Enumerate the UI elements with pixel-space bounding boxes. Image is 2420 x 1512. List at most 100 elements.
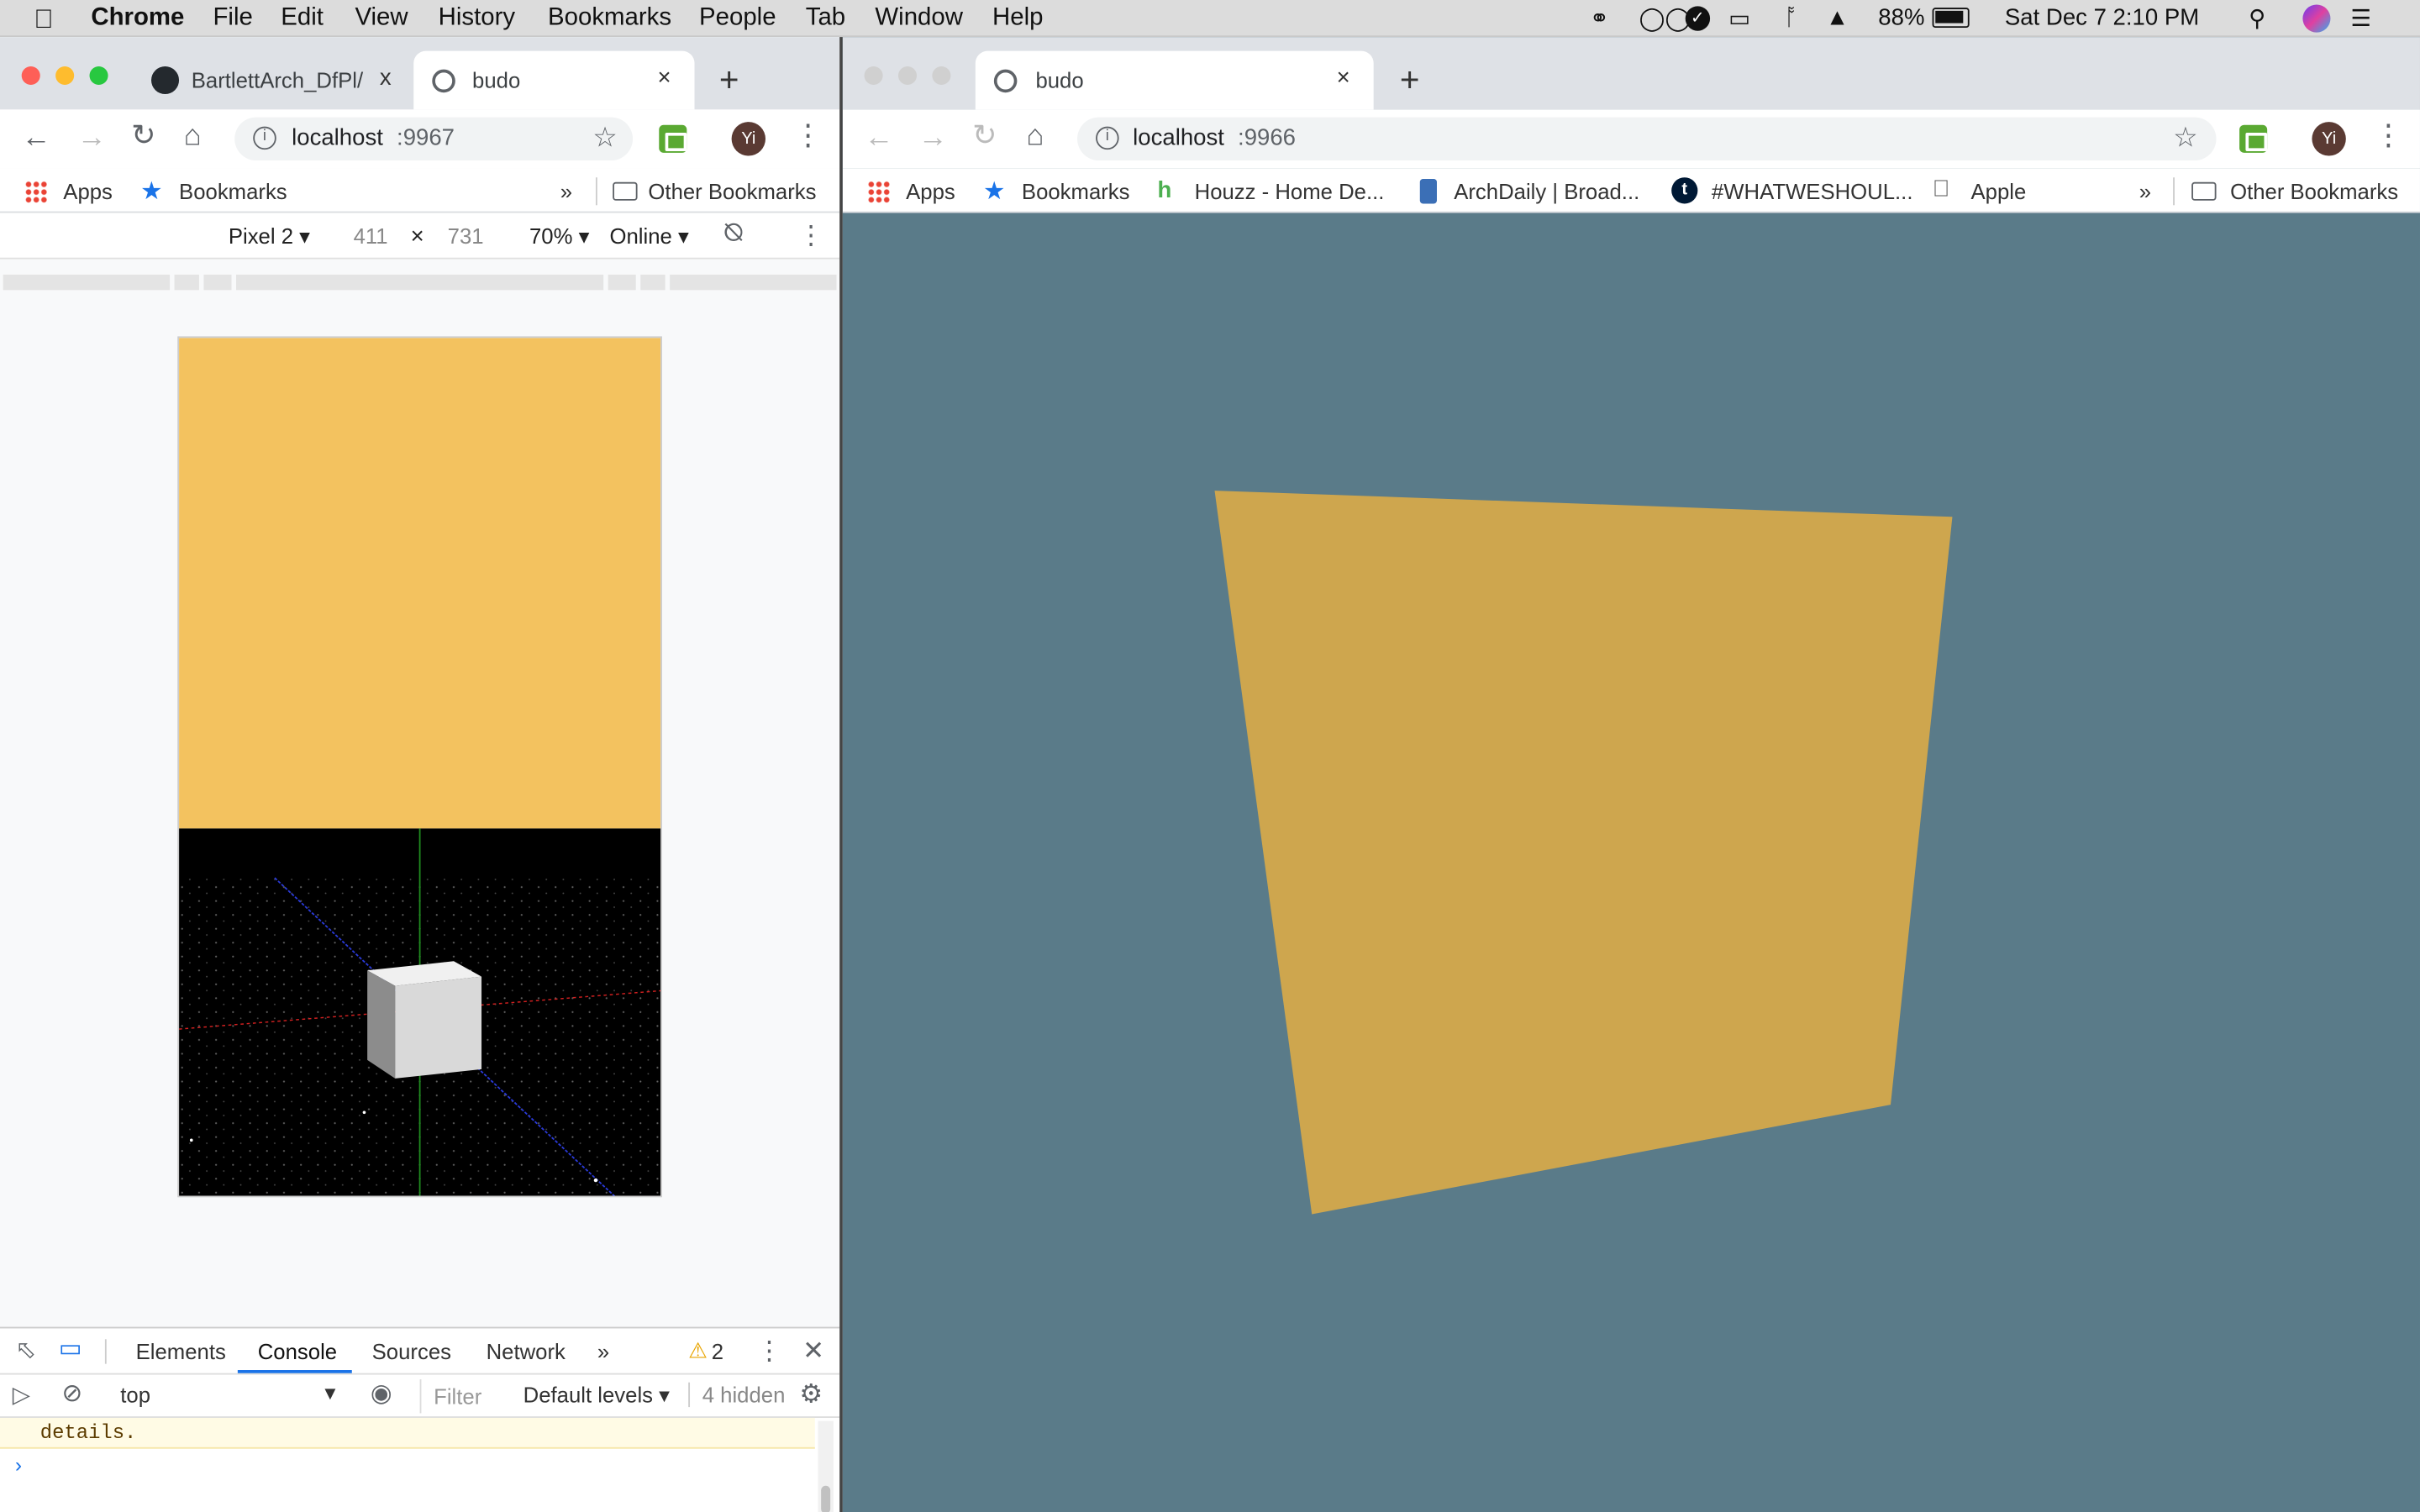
notification-center-icon[interactable]: ☰ xyxy=(2350,5,2371,33)
bookmark-archdaily[interactable]: ArchDaily | Broad... xyxy=(1454,179,1639,203)
emulated-device-viewport[interactable] xyxy=(177,336,662,1198)
new-tab-icon[interactable]: + xyxy=(719,62,739,97)
reload-icon[interactable]: ↻ xyxy=(131,122,155,151)
device-select[interactable]: Pixel 2 ▾ xyxy=(229,223,310,249)
apps-grid-icon[interactable] xyxy=(867,180,891,204)
minimize-window-button[interactable] xyxy=(897,66,918,86)
tab-sources[interactable]: Sources xyxy=(372,1339,451,1363)
bookmark-bookmarks[interactable]: Bookmarks xyxy=(179,179,287,203)
reload-icon[interactable]: ↻ xyxy=(972,122,997,151)
menubar-clock[interactable]: Sat Dec 7 2:10 PM xyxy=(2005,5,2199,31)
close-window-button[interactable] xyxy=(864,66,883,86)
bluetooth-icon[interactable]: ᚩ xyxy=(1784,5,1798,31)
new-tab-icon[interactable]: + xyxy=(1400,62,1420,97)
bookmarks-overflow-chevron[interactable]: » xyxy=(2139,179,2151,203)
menu-people[interactable]: People xyxy=(699,5,776,33)
zoom-window-button[interactable] xyxy=(89,66,108,86)
menu-window[interactable]: Window xyxy=(875,5,963,33)
device-height-input[interactable]: 731 xyxy=(448,223,484,248)
creative-cloud-icon[interactable]: ⚭ xyxy=(1590,5,1609,33)
menu-bookmarks[interactable]: Bookmarks xyxy=(548,5,671,33)
menu-app-name[interactable]: Chrome xyxy=(91,5,184,33)
address-bar[interactable]: i localhost :9966 ☆ xyxy=(1077,117,2217,161)
menu-history[interactable]: History xyxy=(439,5,515,33)
extension-icon[interactable] xyxy=(659,124,687,153)
menu-edit[interactable]: Edit xyxy=(281,5,324,33)
forward-icon[interactable]: → xyxy=(77,123,107,153)
profile-avatar[interactable]: Yi xyxy=(2312,122,2346,156)
forward-icon[interactable]: → xyxy=(918,123,948,153)
tab-github[interactable]: BartlettArch_DfPl/ x xyxy=(136,51,411,110)
minimize-window-button[interactable] xyxy=(55,66,75,86)
inspect-element-icon[interactable]: ⬁ xyxy=(15,1338,36,1363)
close-devtools-icon[interactable]: ✕ xyxy=(802,1337,824,1363)
network-throttle-select[interactable]: Online ▾ xyxy=(610,223,689,249)
info-icon[interactable]: i xyxy=(1096,126,1119,150)
home-icon[interactable]: ⌂ xyxy=(1026,122,1044,151)
device-more-icon[interactable]: ⋮ xyxy=(798,222,824,248)
context-select[interactable]: top ▼ xyxy=(120,1383,339,1407)
wifi-icon[interactable]: ▲ xyxy=(1826,5,1849,31)
threejs-scene-canvas[interactable] xyxy=(179,828,661,1196)
close-tab-icon[interactable]: x xyxy=(380,65,392,91)
device-toggle-icon[interactable]: ▭ xyxy=(59,1337,82,1362)
menu-kebab-icon[interactable]: ⋮ xyxy=(2374,122,2403,151)
bookmark-whatweshoul[interactable]: #WHATWESHOUL... xyxy=(1712,179,1913,203)
zoom-window-button[interactable] xyxy=(932,66,951,86)
bookmark-houzz[interactable]: Houzz - Home De... xyxy=(1195,179,1385,203)
bookmark-other[interactable]: Other Bookmarks xyxy=(648,179,816,203)
info-icon[interactable]: i xyxy=(253,126,276,150)
media-query-bar[interactable] xyxy=(0,259,840,309)
bookmark-apps[interactable]: Apps xyxy=(63,179,113,203)
warning-count[interactable]: 2 xyxy=(712,1339,723,1363)
menu-file[interactable]: File xyxy=(213,5,252,33)
zoom-select[interactable]: 70% ▾ xyxy=(529,223,590,249)
bookmark-bookmarks[interactable]: Bookmarks xyxy=(1022,179,1130,203)
close-window-button[interactable] xyxy=(21,66,40,86)
check-badge-icon[interactable]: ✓ xyxy=(1685,6,1711,31)
tab-budo[interactable]: budo × xyxy=(975,50,1374,110)
apps-grid-icon[interactable] xyxy=(24,180,48,204)
spotlight-search-icon[interactable]: ⚲ xyxy=(2249,5,2265,33)
home-icon[interactable]: ⌂ xyxy=(184,122,202,151)
sidebar-toggle-icon[interactable]: ▷ xyxy=(13,1384,30,1408)
menu-kebab-icon[interactable]: ⋮ xyxy=(793,122,823,151)
bookmark-apple[interactable]: Apple xyxy=(1971,179,2027,203)
device-width-input[interactable]: 411 xyxy=(354,223,388,248)
extension-icon[interactable] xyxy=(2239,124,2268,153)
tab-network[interactable]: Network xyxy=(487,1339,566,1363)
more-tabs-chevron[interactable]: » xyxy=(597,1339,609,1363)
devtools-menu-icon[interactable]: ⋮ xyxy=(756,1337,782,1363)
console-prompt[interactable]: › xyxy=(13,1455,24,1478)
profile-avatar[interactable]: Yi xyxy=(731,122,766,156)
close-tab-icon[interactable]: × xyxy=(657,65,671,91)
airplay-icon[interactable]: ▭ xyxy=(1728,5,1750,33)
menu-tab[interactable]: Tab xyxy=(806,5,845,33)
back-icon[interactable]: ← xyxy=(865,123,894,153)
menu-help[interactable]: Help xyxy=(992,5,1043,33)
battery-icon[interactable] xyxy=(1932,8,1970,29)
log-levels-select[interactable]: Default levels ▾ xyxy=(523,1383,670,1409)
back-icon[interactable]: ← xyxy=(22,123,51,153)
console-filter-input[interactable]: Filter xyxy=(419,1379,510,1414)
tab-console[interactable]: Console xyxy=(258,1339,337,1363)
bookmark-other[interactable]: Other Bookmarks xyxy=(2230,179,2398,203)
page-canvas[interactable] xyxy=(843,225,2420,1512)
apple-menu-icon[interactable]:  xyxy=(34,5,53,36)
siri-icon[interactable] xyxy=(2302,4,2331,33)
tab-elements[interactable]: Elements xyxy=(136,1339,226,1363)
bookmark-star-icon[interactable]: ☆ xyxy=(2173,123,2198,151)
glasses-icon[interactable]: ◯◯ xyxy=(1639,5,1691,33)
console-settings-gear-icon[interactable]: ⚙ xyxy=(799,1381,823,1407)
warning-icon[interactable]: ⚠ xyxy=(688,1337,708,1363)
tab-budo[interactable]: budo × xyxy=(413,50,695,110)
close-tab-icon[interactable]: × xyxy=(1337,65,1350,91)
bookmark-apps[interactable]: Apps xyxy=(906,179,955,203)
address-bar[interactable]: i localhost :9967 ☆ xyxy=(234,117,634,161)
bookmarks-overflow-chevron[interactable]: » xyxy=(560,179,572,203)
bookmark-star-icon[interactable]: ☆ xyxy=(592,123,618,151)
live-expression-eye-icon[interactable]: ◉ xyxy=(371,1382,392,1407)
clear-console-icon[interactable]: ⊘ xyxy=(61,1382,82,1407)
rotate-icon[interactable]: ⦰ xyxy=(723,222,744,246)
console-scrollbar[interactable] xyxy=(818,1420,834,1512)
